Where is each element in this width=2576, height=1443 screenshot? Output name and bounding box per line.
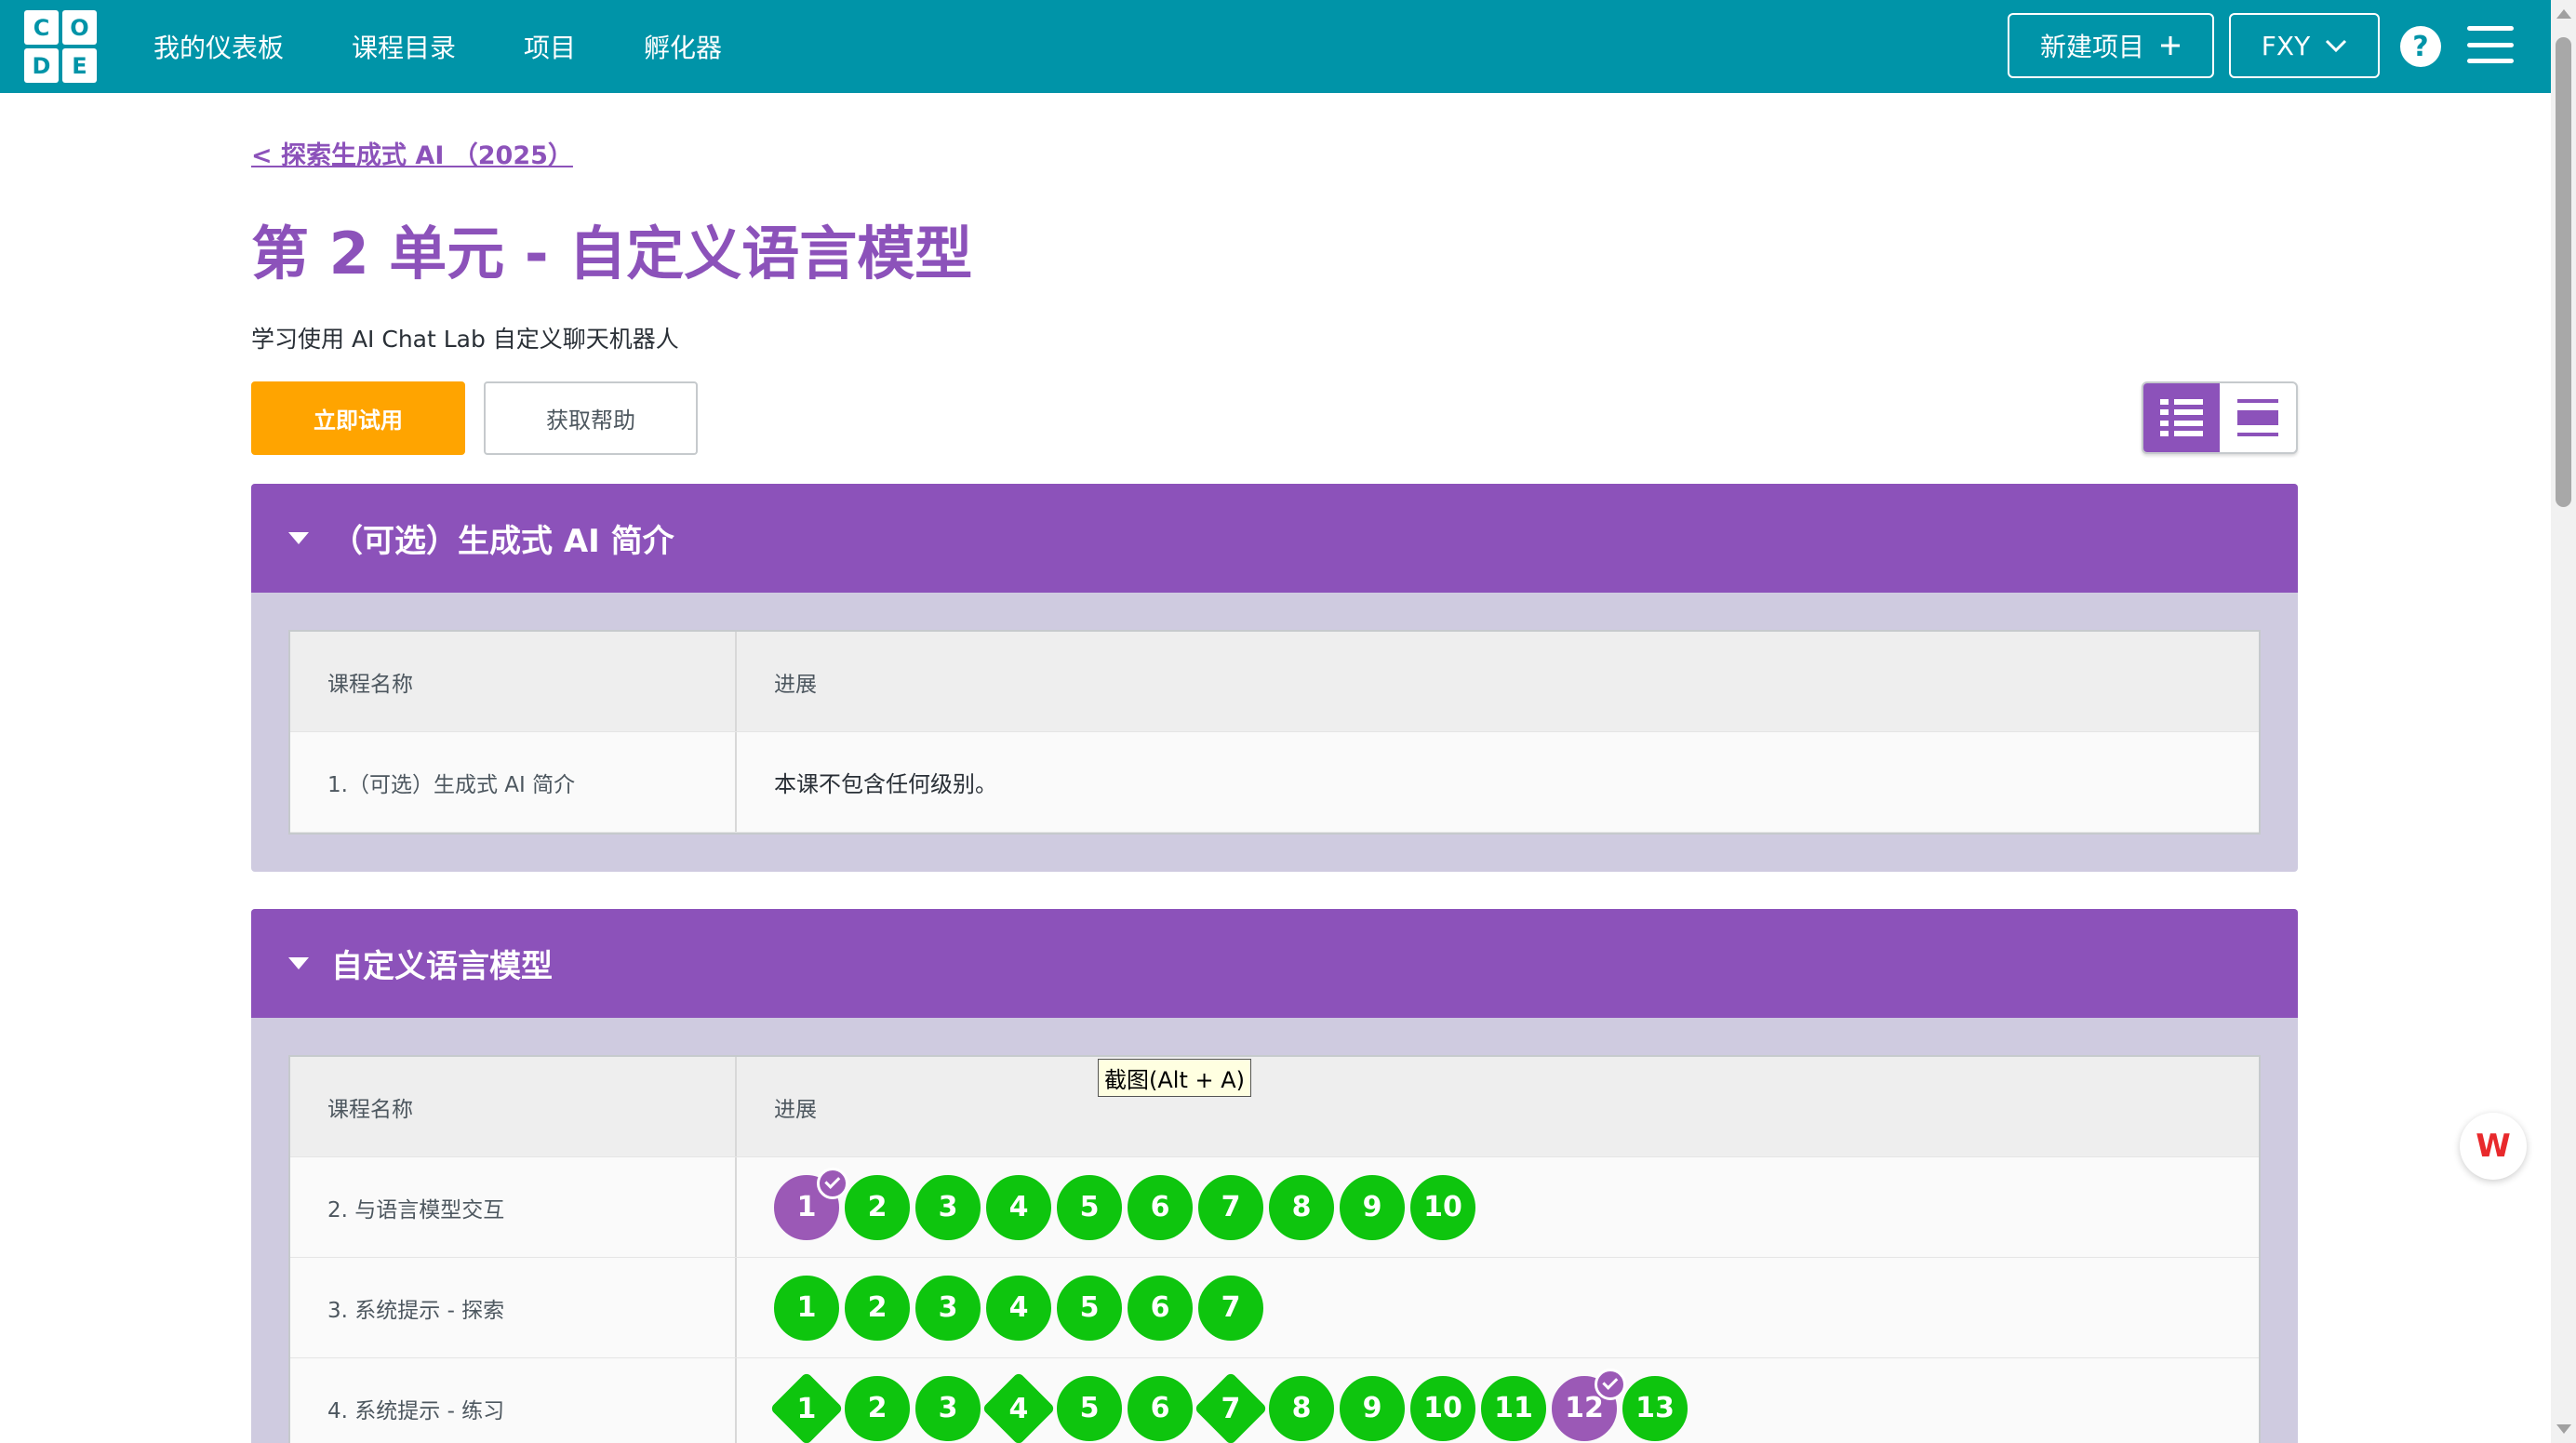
level-bubbles: 1 2 3 4 5 6 7 8 9 10 11 12 13 [769,1368,1693,1443]
logo-letter: C [24,10,59,45]
column-header-progress: 进展 [774,1097,817,1122]
level-bubble[interactable]: 6 [1128,1375,1193,1441]
progress-cell: 1 2 3 4 5 6 7 [737,1258,2259,1357]
lesson-group-header[interactable]: 自定义语言模型 [251,909,2298,1018]
level-bubble[interactable]: 3 [915,1275,981,1341]
hamburger-menu-icon[interactable] [2467,26,2514,63]
level-bubble[interactable]: 3 [915,1174,981,1240]
level-bubble[interactable]: 5 [1057,1375,1122,1441]
user-menu-button[interactable]: FXY [2229,13,2380,78]
level-bubble[interactable]: 1 [774,1167,848,1240]
logo-letter: E [62,48,97,83]
progress-cell: 1 2 3 4 5 6 7 8 9 10 11 12 13 [737,1358,2259,1443]
level-bubble[interactable]: 4 [986,1174,1051,1240]
list-view-icon [2160,399,2203,436]
table-header-row: 课程名称 进展 [290,1057,2259,1157]
back-to-course-link[interactable]: < 探索生成式 AI （2025） [251,135,573,171]
new-project-label: 新建项目 [2039,32,2144,62]
lesson-name[interactable]: 1.（可选）生成式 AI 简介 [290,732,737,832]
page-title: 第 2 单元 - 自定义语言模型 [251,220,973,287]
scroll-down-arrow-icon[interactable] [2556,1424,2571,1434]
unit-description: 学习使用 AI Chat Lab 自定义聊天机器人 [251,326,679,353]
logo-letter: D [24,48,59,83]
chevron-down-icon [2326,39,2347,53]
level-bubble[interactable]: 7 [1198,1275,1263,1341]
get-help-button[interactable]: 获取帮助 [484,381,698,455]
level-bubble[interactable]: 3 [915,1375,981,1441]
table-row: 2. 与语言模型交互 1 2 3 4 5 6 7 8 9 10 [290,1157,2259,1258]
caret-down-icon[interactable] [288,957,309,969]
caret-down-icon[interactable] [288,532,309,544]
level-bubble[interactable]: 12 [1552,1368,1626,1441]
lesson-group-title: 自定义语言模型 [331,948,553,985]
check-icon [1595,1368,1626,1400]
level-bubble[interactable]: 13 [1622,1375,1688,1441]
plus-icon [2161,36,2180,55]
page-scrollbar[interactable] [2551,0,2576,1443]
nav-incubator[interactable]: 孵化器 [644,28,722,65]
lesson-progress-text: 本课不包含任何级别。 [774,771,997,797]
logo-letter: O [62,10,97,45]
level-diamond[interactable]: 4 [981,1370,1056,1443]
screenshot-tooltip: 截图(Alt + A) [1098,1059,1252,1097]
table-header-row: 课程名称 进展 [290,632,2259,732]
level-bubbles: 1 2 3 4 5 6 7 [774,1275,1269,1341]
level-bubble[interactable]: 10 [1410,1375,1475,1441]
level-bubble[interactable]: 2 [845,1275,910,1341]
level-diamond[interactable]: 1 [769,1370,844,1443]
level-bubble[interactable]: 6 [1128,1174,1193,1240]
lesson-table: 课程名称 进展 2. 与语言模型交互 1 2 3 4 5 6 7 8 9 10 [288,1055,2261,1443]
main-nav: 我的仪表板 课程目录 项目 孵化器 [153,0,722,93]
nav-dashboard[interactable]: 我的仪表板 [153,28,284,65]
lesson-name[interactable]: 2. 与语言模型交互 [290,1157,737,1257]
detail-view-button[interactable] [2143,383,2220,452]
level-bubble[interactable]: 7 [1198,1174,1263,1240]
summary-view-icon [2237,399,2278,436]
level-bubble[interactable]: 1 [774,1275,839,1341]
check-icon [817,1167,848,1199]
table-row: 4. 系统提示 - 练习 1 2 3 4 5 6 7 8 9 10 11 12 … [290,1358,2259,1443]
lesson-table: 课程名称 进展 1.（可选）生成式 AI 简介 本课不包含任何级别。 [288,630,2261,835]
table-row: 3. 系统提示 - 探索 1 2 3 4 5 6 7 [290,1258,2259,1358]
level-bubble[interactable]: 11 [1481,1375,1546,1441]
level-bubble[interactable]: 2 [845,1375,910,1441]
progress-cell: 1 2 3 4 5 6 7 8 9 10 [737,1157,2259,1257]
level-bubble[interactable]: 10 [1410,1174,1475,1240]
summary-view-button[interactable] [2220,383,2296,452]
level-bubbles: 1 2 3 4 5 6 7 8 9 10 [774,1167,1481,1240]
column-header-lesson-name: 课程名称 [290,1057,737,1156]
lesson-group-title: （可选）生成式 AI 简介 [331,523,674,560]
lesson-group-intro: （可选）生成式 AI 简介 课程名称 进展 1.（可选）生成式 AI 简介 本课… [251,484,2298,872]
scroll-up-arrow-icon[interactable] [2556,9,2571,19]
level-bubble[interactable]: 5 [1057,1174,1122,1240]
nav-course-catalog[interactable]: 课程目录 [352,28,456,65]
level-bubble[interactable]: 5 [1057,1275,1122,1341]
level-bubble[interactable]: 8 [1269,1375,1334,1441]
lesson-group-header[interactable]: （可选）生成式 AI 简介 [251,484,2298,593]
user-name: FXY [2261,30,2311,61]
try-now-button[interactable]: 立即试用 [251,381,465,455]
lesson-group-custom-models: 自定义语言模型 课程名称 进展 2. 与语言模型交互 1 2 3 4 5 6 7… [251,909,2298,1443]
nav-projects[interactable]: 项目 [524,28,576,65]
help-icon[interactable]: ? [2400,26,2441,67]
table-row: 1.（可选）生成式 AI 简介 本课不包含任何级别。 [290,732,2259,833]
lesson-name[interactable]: 3. 系统提示 - 探索 [290,1258,737,1357]
code-logo[interactable]: C O D E [24,10,97,83]
level-bubble[interactable]: 2 [845,1174,910,1240]
view-toggle [2142,381,2298,454]
top-navigation-bar: C O D E 我的仪表板 课程目录 项目 孵化器 新建项目 FXY ? [0,0,2551,93]
column-header-lesson-name: 课程名称 [290,632,737,731]
level-diamond[interactable]: 7 [1194,1370,1268,1443]
level-bubble[interactable]: 6 [1128,1275,1193,1341]
wps-floating-icon[interactable]: W [2460,1113,2527,1180]
lesson-name[interactable]: 4. 系统提示 - 练习 [290,1358,737,1443]
level-bubble[interactable]: 4 [986,1275,1051,1341]
column-header-progress: 进展 [774,672,817,697]
level-bubble[interactable]: 9 [1340,1174,1405,1240]
scroll-thumb[interactable] [2556,37,2571,507]
level-bubble[interactable]: 9 [1340,1375,1405,1441]
level-bubble[interactable]: 8 [1269,1174,1334,1240]
new-project-button[interactable]: 新建项目 [2008,13,2214,78]
